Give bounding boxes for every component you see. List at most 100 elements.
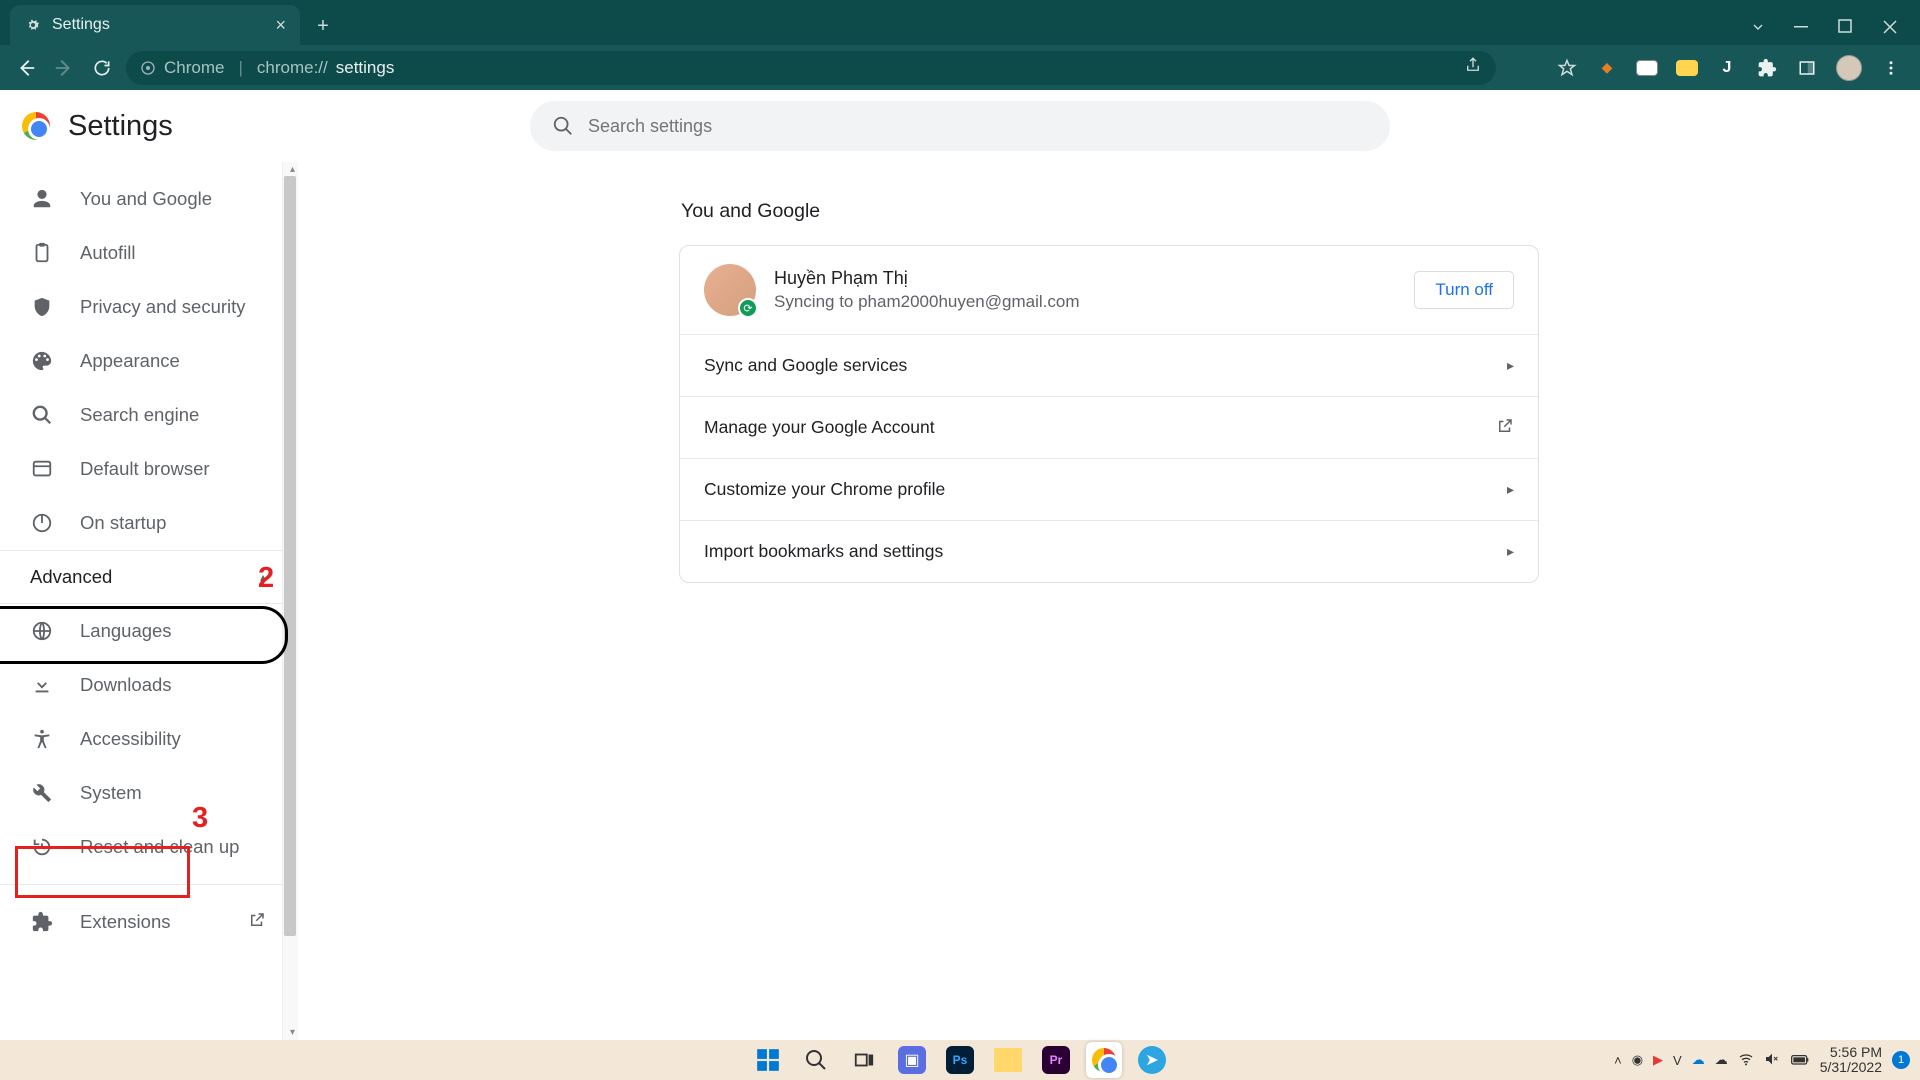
reload-button[interactable] [88,54,116,82]
shield-icon [30,295,54,319]
scroll-up-icon[interactable]: ▴ [290,164,295,175]
sidebar-label: Appearance [80,350,180,372]
sync-status-icon: ⟳ [738,298,758,318]
close-icon[interactable]: × [275,15,286,36]
sidebar-scrollbar[interactable]: ▴ ▾ [282,162,298,1040]
scrollbar-thumb[interactable] [284,176,296,936]
sync-status-text: Syncing to pham2000huyen@gmail.com [774,292,1396,312]
cloud-icon[interactable]: ☁ [1715,1052,1728,1068]
sidebar-item-downloads[interactable]: Downloads [0,658,276,712]
user-avatar: ⟳ [704,264,756,316]
forward-button[interactable] [50,54,78,82]
browser-tab[interactable]: Settings × [10,5,300,45]
taskbar-app-meet[interactable]: ▣ [894,1042,930,1078]
profile-avatar[interactable] [1836,55,1862,81]
row-sync-services[interactable]: Sync and Google services ▸ [680,334,1538,396]
turn-off-button[interactable]: Turn off [1414,271,1514,309]
sidebar-item-extensions[interactable]: Extensions [0,895,276,949]
download-icon [30,673,54,697]
sidebar-item-autofill[interactable]: Autofill [0,226,276,280]
onedrive-icon[interactable]: ☁ [1692,1052,1705,1068]
sidebar-item-accessibility[interactable]: Accessibility [0,712,276,766]
sidebar-label: Downloads [80,674,172,696]
url-host: chrome:// [257,58,328,78]
maximize-icon[interactable] [1838,19,1854,35]
search-settings-input[interactable] [588,116,1368,137]
sidepanel-icon[interactable] [1796,57,1818,79]
back-button[interactable] [12,54,40,82]
search-settings-box[interactable] [530,101,1390,151]
tray-icon[interactable]: V [1673,1053,1682,1068]
tray-icon[interactable]: ▶ [1653,1052,1663,1068]
notification-badge[interactable]: 1 [1892,1051,1910,1069]
person-icon [30,187,54,211]
bookmark-star-icon[interactable] [1556,57,1578,79]
globe-icon [30,619,54,643]
address-bar[interactable]: Chrome | chrome://settings [126,51,1496,85]
taskbar-app-photoshop[interactable]: Ps [942,1042,978,1078]
minimize-icon[interactable] [1794,19,1810,35]
windows-taskbar: ▣ Ps Pr ➤ ˄ ◉ ▶ V ☁ ☁ 5:56 PM 5/31/2022 … [0,1040,1920,1080]
sidebar-group-advanced[interactable]: Advanced ▴ [0,550,296,604]
chevron-right-icon: ▸ [1507,357,1514,374]
row-customize-profile[interactable]: Customize your Chrome profile ▸ [680,458,1538,520]
sidebar-item-default-browser[interactable]: Default browser [0,442,276,496]
page-title: Settings [68,110,173,143]
settings-sidebar: You and Google Autofill Privacy and secu… [0,162,296,1040]
row-label: Import bookmarks and settings [704,541,943,562]
palette-icon [30,349,54,373]
clock-date: 5/31/2022 [1820,1060,1882,1075]
tray-icon[interactable]: ◉ [1632,1052,1643,1068]
sidebar-item-appearance[interactable]: Appearance [0,334,276,388]
volume-mute-icon[interactable] [1764,1051,1780,1070]
system-tray: ˄ ◉ ▶ V ☁ ☁ 5:56 PM 5/31/2022 1 [1614,1045,1910,1075]
tabs-dropdown-icon[interactable] [1750,19,1766,35]
gear-icon [24,16,42,34]
row-manage-account[interactable]: Manage your Google Account [680,396,1538,458]
url-path: settings [336,58,395,78]
sidebar-item-languages[interactable]: Languages [0,604,276,658]
sidebar-label: Autofill [80,242,136,264]
tray-chevron-icon[interactable]: ˄ [1614,1053,1622,1068]
search-icon [552,115,574,137]
annotation-number-2: 2 [258,562,274,595]
share-icon[interactable] [1464,56,1482,79]
restore-icon [30,835,54,859]
url-scheme: Chrome [164,58,224,78]
taskbar-app-telegram[interactable]: ➤ [1134,1042,1170,1078]
window-close-icon[interactable] [1882,19,1898,35]
row-import-bookmarks[interactable]: Import bookmarks and settings ▸ [680,520,1538,582]
sidebar-item-privacy[interactable]: Privacy and security [0,280,276,334]
taskbar-clock[interactable]: 5:56 PM 5/31/2022 [1820,1045,1882,1075]
extension-icon-2[interactable] [1636,57,1658,79]
sidebar-label: You and Google [80,188,212,210]
sidebar-item-reset[interactable]: Reset and clean up [0,820,276,874]
wrench-icon [30,781,54,805]
page-header: Settings [0,90,1920,162]
wifi-icon[interactable] [1738,1051,1754,1070]
extensions-puzzle-icon[interactable] [1756,57,1778,79]
start-button[interactable] [750,1042,786,1078]
browser-toolbar: Chrome | chrome://settings ◆ J [0,45,1920,90]
sidebar-item-you-and-google[interactable]: You and Google [0,172,276,226]
new-tab-button[interactable]: + [310,13,336,39]
task-view-button[interactable] [846,1042,882,1078]
taskbar-app-explorer[interactable] [990,1042,1026,1078]
chevron-right-icon: ▸ [1507,543,1514,560]
extension-icon-1[interactable]: ◆ [1596,57,1618,79]
browser-titlebar: Settings × + [0,0,1920,45]
taskbar-app-premiere[interactable]: Pr [1038,1042,1074,1078]
clipboard-icon [30,241,54,265]
sidebar-item-on-startup[interactable]: On startup [0,496,276,550]
extension-icon-4[interactable]: J [1716,57,1738,79]
browser-icon [30,457,54,481]
search-button[interactable] [798,1042,834,1078]
battery-icon[interactable] [1790,1049,1810,1072]
sidebar-item-search-engine[interactable]: Search engine [0,388,276,442]
chrome-logo-icon [22,112,50,140]
menu-dots-icon[interactable] [1880,57,1902,79]
scroll-down-icon[interactable]: ▾ [290,1027,295,1038]
sidebar-item-system[interactable]: System [0,766,276,820]
extension-icon-3[interactable] [1676,57,1698,79]
taskbar-app-chrome[interactable] [1086,1042,1122,1078]
